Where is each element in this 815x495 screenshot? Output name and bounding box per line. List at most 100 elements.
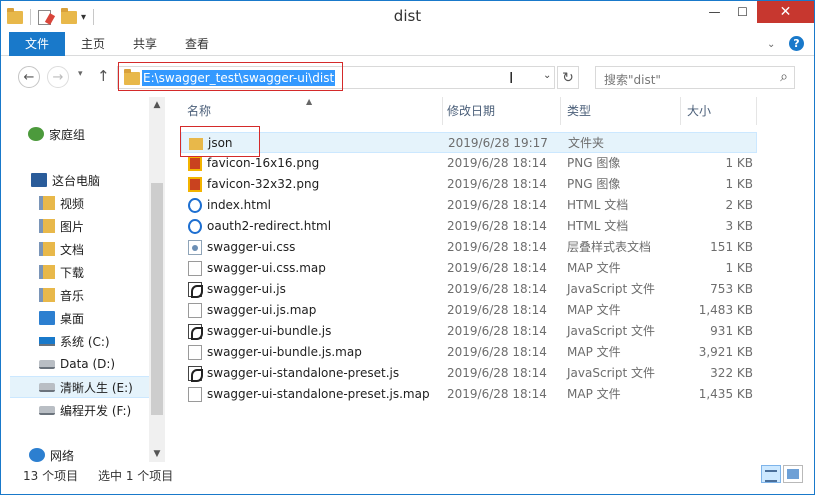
nav-item-drive-d[interactable]: Data (D:) [1,353,149,375]
expand-ribbon-icon[interactable]: ⌄ [767,36,775,52]
column-header-label: 类型 [567,104,592,118]
search-icon[interactable]: ⌕ [780,69,788,85]
file-row[interactable]: swagger-ui.js.map 2019/6/28 18:14 MAP 文件… [181,300,757,321]
text-cursor-icon: I [509,69,514,87]
file-name: swagger-ui.js [207,282,286,296]
column-header-date[interactable]: 修改日期 [441,97,561,125]
forward-button[interactable]: → [47,66,69,88]
nav-item-this-pc[interactable]: 这台电脑 [1,169,149,191]
nav-item-label: 文档 [60,242,85,257]
file-name: swagger-ui-bundle.js.map [207,345,362,359]
address-path[interactable]: E:\swagger_test\swagger-ui\dist [142,70,336,86]
nav-item-homegroup[interactable]: 家庭组 [1,123,149,145]
large-icons-view-button[interactable] [783,465,803,483]
scrollbar-thumb[interactable] [151,183,163,415]
close-button[interactable]: ✕ [757,1,814,23]
tab-view[interactable]: 查看 [177,32,217,56]
ribbon-tabs: 文件 主页 共享 查看 ⌄ ? [1,32,814,56]
refresh-button[interactable]: ↻ [557,66,579,89]
file-size: 1 KB [725,177,753,191]
file-row[interactable]: swagger-ui.css.map 2019/6/28 18:14 MAP 文… [181,258,757,279]
scroll-up-arrow-icon[interactable]: ▲ [149,97,165,113]
file-row[interactable]: swagger-ui-standalone-preset.js 2019/6/2… [181,363,757,384]
file-list: 名称 ▲ 修改日期 类型 大小 json 2019/6/28 19:17 文件夹… [165,97,814,462]
file-row[interactable]: swagger-ui.css 2019/6/28 18:14 层叠样式表文档 1… [181,237,757,258]
file-type: HTML 文档 [567,198,629,212]
library-music-icon [39,288,55,302]
nav-item-drive-e[interactable]: 清晰人生 (E:) [10,376,149,398]
file-type: MAP 文件 [567,261,621,275]
back-button[interactable]: ← [18,66,40,88]
item-count: 13 个项目 [23,469,79,483]
nav-item-label: 网络 [50,448,75,463]
file-row[interactable]: index.html 2019/6/28 18:14 HTML 文档 2 KB [181,195,757,216]
recent-locations-dropdown-icon[interactable]: ▾ [78,69,83,79]
html-file-icon [188,219,202,234]
maximize-button[interactable]: ☐ [729,1,756,22]
nav-item-pictures[interactable]: 图片 [1,215,149,237]
file-size: 2 KB [725,198,753,212]
file-row[interactable]: favicon-32x32.png 2019/6/28 18:14 PNG 图像… [181,174,757,195]
nav-item-downloads[interactable]: 下载 [1,261,149,283]
details-view-button[interactable] [761,465,781,483]
file-name: favicon-16x16.png [207,156,320,170]
title-bar: ▾ dist — ☐ ✕ [1,1,814,32]
nav-item-drive-c[interactable]: 系统 (C:) [1,330,149,352]
file-row[interactable]: oauth2-redirect.html 2019/6/28 18:14 HTM… [181,216,757,237]
nav-item-label: 音乐 [60,288,85,303]
tab-home[interactable]: 主页 [73,32,113,56]
file-name: favicon-32x32.png [207,177,320,191]
tab-file[interactable]: 文件 [9,32,65,56]
file-date: 2019/6/28 18:14 [447,156,547,170]
nav-item-label: 这台电脑 [52,173,101,188]
file-row[interactable]: swagger-ui.js 2019/6/28 18:14 JavaScript… [181,279,757,300]
map-file-icon [188,261,202,276]
help-icon[interactable]: ? [789,36,804,51]
file-row[interactable]: swagger-ui-standalone-preset.js.map 2019… [181,384,757,405]
navigation-pane-scrollbar[interactable]: ▲ ▼ [149,97,165,462]
file-row-json[interactable]: json 2019/6/28 19:17 文件夹 [181,132,757,153]
minimize-button[interactable]: — [701,1,728,22]
file-size: 753 KB [710,282,753,296]
nav-item-music[interactable]: 音乐 [1,284,149,306]
drive-icon [39,405,55,415]
file-row[interactable]: favicon-16x16.png 2019/6/28 18:14 PNG 图像… [181,153,757,174]
drive-icon [39,359,55,369]
sort-arrow-icon: ▲ [306,97,313,106]
explorer-window: ▾ dist — ☐ ✕ 文件 主页 共享 查看 ⌄ ? ← → ▾ ↑ E:\… [0,0,815,495]
nav-item-label: 图片 [60,219,85,234]
library-videos-icon [39,196,55,210]
file-date: 2019/6/28 18:14 [447,240,547,254]
map-file-icon [188,387,202,402]
nav-item-label: 桌面 [60,311,85,326]
up-folder-button[interactable]: ↑ [97,67,110,85]
file-name: swagger-ui.js.map [207,303,317,317]
column-header-type[interactable]: 类型 [561,97,681,125]
scroll-down-arrow-icon[interactable]: ▼ [149,446,165,462]
nav-item-label: 视频 [60,196,85,211]
nav-item-documents[interactable]: 文档 [1,238,149,260]
file-size: 1,435 KB [698,387,753,401]
file-date: 2019/6/28 18:14 [447,219,547,233]
file-size: 322 KB [710,366,753,380]
navigation-pane: 家庭组 这台电脑 视频 图片 文档 下载 音乐 桌面 系统 (C:) Data … [1,97,165,463]
file-type: JavaScript 文件 [567,282,655,296]
drive-icon [39,382,55,392]
file-type: HTML 文档 [567,219,629,233]
address-bar[interactable]: E:\swagger_test\swagger-ui\dist I ⌄ [117,66,555,89]
nav-item-drive-f[interactable]: 编程开发 (F:) [1,399,149,421]
file-row[interactable]: swagger-ui-bundle.js 2019/6/28 18:14 Jav… [181,321,757,342]
file-date: 2019/6/28 19:17 [448,136,548,150]
search-input[interactable]: 搜索"dist" ⌕ [595,66,795,89]
address-dropdown-icon[interactable]: ⌄ [543,70,551,81]
file-row[interactable]: swagger-ui-bundle.js.map 2019/6/28 18:14… [181,342,757,363]
tab-share[interactable]: 共享 [125,32,165,56]
selection-count: 选中 1 个项目 [98,469,174,483]
nav-item-desktop[interactable]: 桌面 [1,307,149,329]
column-header-size[interactable]: 大小 [681,97,757,125]
nav-item-videos[interactable]: 视频 [1,192,149,214]
column-header-label: 修改日期 [447,104,496,118]
folder-icon [189,138,203,150]
file-type: PNG 图像 [567,177,621,191]
nav-item-label: 编程开发 (F:) [60,403,132,418]
